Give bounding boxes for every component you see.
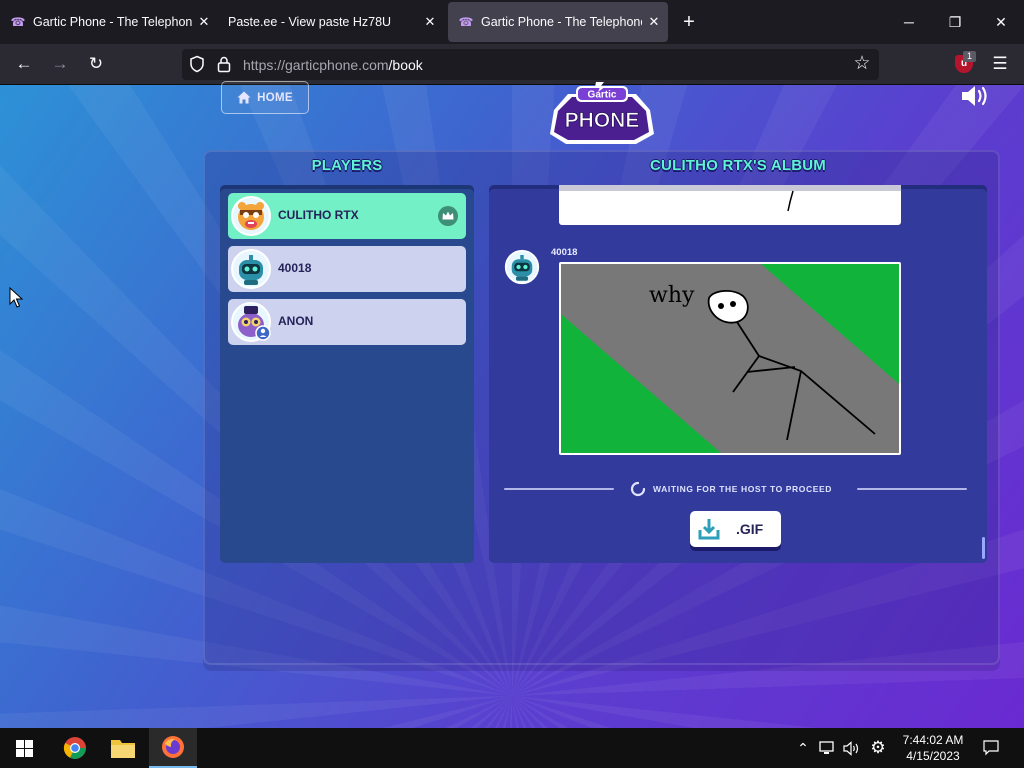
close-tab-icon[interactable]: ✕	[646, 14, 662, 30]
window-controls: ─ ❐ ✕	[886, 0, 1024, 44]
player-row[interactable]: CULITHO RTX	[228, 193, 466, 239]
download-icon	[698, 519, 720, 540]
file-explorer-icon[interactable]	[99, 728, 147, 768]
player-name: ANON	[278, 314, 314, 328]
player-row[interactable]: ANON	[228, 299, 466, 345]
home-button[interactable]: HOME	[221, 81, 309, 114]
close-tab-icon[interactable]: ✕	[422, 14, 438, 30]
close-tab-icon[interactable]: ✕	[196, 14, 212, 30]
browser-tab-1[interactable]: ☎ Gartic Phone - The Telephone G ✕	[0, 2, 218, 42]
telephone-icon: ☎	[458, 15, 474, 29]
drawing-canvas: why	[561, 264, 899, 453]
chrome-icon[interactable]	[51, 728, 99, 768]
close-window-icon[interactable]: ✕	[978, 0, 1024, 44]
mouse-cursor-icon	[9, 287, 23, 308]
clock-time: 7:44:02 AM	[902, 733, 964, 747]
volume-icon[interactable]	[840, 728, 862, 768]
logo-main-text: PHONE	[565, 109, 640, 132]
tiger-avatar-icon	[231, 196, 271, 236]
url-text: https://garticphone.com/book	[243, 57, 423, 73]
browser-tab-2[interactable]: Paste.ee - View paste Hz78U ✕	[218, 2, 444, 42]
player-name: 40018	[278, 261, 312, 275]
home-icon	[237, 91, 251, 104]
forward-arrow-icon[interactable]: →	[46, 50, 74, 78]
settings-gear-icon[interactable]: ⚙	[867, 728, 889, 768]
windows-start-icon[interactable]	[0, 728, 48, 768]
new-tab-button[interactable]: +	[668, 0, 710, 44]
player-drawing: why	[559, 262, 901, 455]
telephone-icon: ☎	[10, 15, 26, 29]
shield-icon[interactable]	[188, 55, 206, 73]
navigation-toolbar: ← → ↻ https://garticphone.com/book ☆ u 1…	[0, 44, 1024, 85]
waiting-text: WAITING FOR THE HOST TO PROCEED	[653, 484, 833, 494]
waiting-status: WAITING FOR THE HOST TO PROCEED	[504, 481, 967, 497]
tab-strip: ☎ Gartic Phone - The Telephone G ✕ Paste…	[0, 0, 1024, 44]
robot-avatar-icon	[504, 249, 540, 285]
firefox-icon[interactable]	[149, 728, 197, 768]
player-row[interactable]: 40018	[228, 246, 466, 292]
players-heading: PLAYERS	[311, 157, 383, 174]
drawing-why-text: why	[649, 283, 695, 308]
robot-avatar-icon	[231, 249, 271, 289]
restore-icon[interactable]: ❐	[932, 0, 978, 44]
gartic-phone-logo: Gartic PHONE	[550, 82, 654, 144]
lock-icon[interactable]	[216, 55, 232, 73]
back-arrow-icon[interactable]: ←	[10, 50, 38, 78]
album-feed[interactable]: 40018 why WAITING FOR THE HOST TO PROCEE…	[489, 185, 987, 563]
logo-top-text: Gartic	[588, 90, 617, 101]
network-icon[interactable]	[816, 728, 838, 768]
album-scrollbar[interactable]	[982, 537, 985, 559]
player-name: CULITHO RTX	[278, 208, 359, 222]
tab-title: Gartic Phone - The Telephone G	[33, 15, 192, 29]
address-bar[interactable]: https://garticphone.com/book ☆	[182, 49, 879, 80]
extension-badge: 1	[963, 51, 976, 62]
drawer-name: 40018	[551, 247, 578, 258]
notifications-icon[interactable]	[980, 728, 1002, 768]
owl-avatar-icon	[231, 302, 271, 342]
tab-title: Gartic Phone - The Telephone G	[481, 15, 642, 29]
previous-drawing-card	[559, 185, 901, 225]
minimize-icon[interactable]: ─	[886, 0, 932, 44]
windows-taskbar: ⌃ ⚙ 7:44:02 AM 4/15/2023	[0, 728, 1024, 768]
previous-drawing-stroke	[787, 190, 794, 212]
hamburger-menu-icon[interactable]: ☰	[990, 54, 1010, 74]
system-clock[interactable]: 7:44:02 AM 4/15/2023	[898, 732, 968, 764]
loading-spinner-icon	[630, 481, 646, 497]
bookmark-star-icon[interactable]: ☆	[851, 53, 873, 75]
players-list: CULITHO RTX 40018 ANON	[220, 185, 474, 563]
home-label: HOME	[257, 91, 293, 104]
clock-date: 4/15/2023	[906, 749, 960, 763]
chevron-up-icon[interactable]: ⌃	[792, 728, 814, 768]
tab-title: Paste.ee - View paste Hz78U	[228, 15, 392, 29]
speaker-volume-icon[interactable]	[960, 84, 990, 108]
download-gif-button[interactable]: .GIF	[690, 511, 781, 547]
crown-host-icon	[438, 206, 458, 226]
browser-tab-3[interactable]: ☎ Gartic Phone - The Telephone G ✕	[448, 2, 668, 42]
gif-label: .GIF	[736, 521, 764, 537]
album-heading: CULITHO RTX'S ALBUM	[650, 157, 826, 174]
reload-icon[interactable]: ↻	[82, 50, 110, 78]
